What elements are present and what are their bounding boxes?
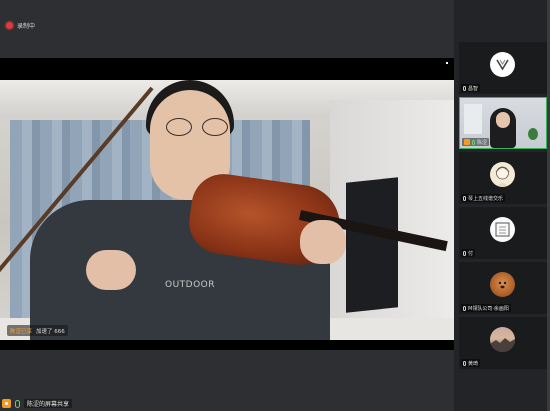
- caption-text: 加速了 666: [36, 328, 65, 335]
- video-caption: 陈涩已享 加速了 666: [7, 325, 68, 336]
- participant-name-tag: M领队公司·余画阳: [461, 304, 511, 312]
- participant-tile[interactable]: M领队公司·余画阳: [459, 262, 547, 314]
- mic-icon: [463, 360, 466, 366]
- mic-icon: [463, 250, 466, 256]
- main-stage: 录制中 OUTDOOR 陈涩已享 加速了 666 陈涩的屏幕共享: [0, 0, 454, 411]
- participant-name-tag: 付: [461, 249, 476, 257]
- mic-icon: [463, 85, 466, 91]
- participant-name-tag: 昌智: [461, 84, 481, 92]
- participant-sidebar[interactable]: 昌智 陈涩 琴上五线谱交乐 付 M领队公司·余画阳 黄琦: [454, 0, 550, 411]
- sunset-avatar-icon: [490, 327, 515, 352]
- shield-avatar-icon: [490, 52, 515, 77]
- participant-name: 陈涩: [477, 139, 488, 146]
- dog-avatar-icon: [490, 272, 515, 297]
- recording-label: 录制中: [17, 22, 36, 30]
- participant-name: M领队公司·余画阳: [468, 305, 509, 312]
- participant-name: 黄琦: [468, 360, 479, 367]
- record-dot-icon: [6, 21, 13, 29]
- participant-name-tag: 黄琦: [461, 359, 481, 367]
- participant-tile[interactable]: 黄琦: [459, 317, 547, 369]
- seal-avatar-icon: [490, 217, 515, 242]
- sketch-girl-avatar-icon: [490, 162, 515, 187]
- mic-icon: [463, 305, 466, 311]
- tv-screen: [346, 177, 398, 313]
- mic-icon: [463, 195, 466, 201]
- glasses: [166, 118, 230, 136]
- participant-tile[interactable]: 付: [459, 207, 547, 259]
- participant-name-tag: 陈涩: [462, 138, 490, 146]
- participant-tile[interactable]: 琴上五线谱交乐: [459, 152, 547, 204]
- share-status-bar[interactable]: 陈涩的屏幕共享: [0, 396, 454, 411]
- fingering-hand: [300, 220, 346, 264]
- bow-hand: [86, 250, 136, 290]
- corner-dot: [446, 62, 448, 64]
- participant-name: 琴上五线谱交乐: [468, 195, 504, 202]
- shirt-print: OUTDOOR: [165, 280, 216, 290]
- mic-icon: [472, 139, 475, 145]
- screen-share-icon: [2, 399, 11, 408]
- screen-share-view[interactable]: OUTDOOR 陈涩已享 加速了 666: [0, 58, 454, 350]
- shared-video-frame: OUTDOOR 陈涩已享 加速了 666: [0, 80, 454, 340]
- participant-name: 付: [468, 250, 474, 257]
- share-label: 陈涩的屏幕共享: [24, 399, 73, 408]
- participant-tile-active[interactable]: 陈涩: [459, 97, 547, 149]
- participant-name: 昌智: [468, 85, 479, 92]
- recording-indicator[interactable]: 录制中: [6, 18, 35, 32]
- screen-share-icon: [464, 139, 470, 145]
- caption-name: 陈涩已享: [10, 328, 33, 335]
- mic-icon: [15, 399, 20, 408]
- participant-name-tag: 琴上五线谱交乐: [461, 194, 506, 202]
- participant-tile[interactable]: 昌智: [459, 42, 547, 94]
